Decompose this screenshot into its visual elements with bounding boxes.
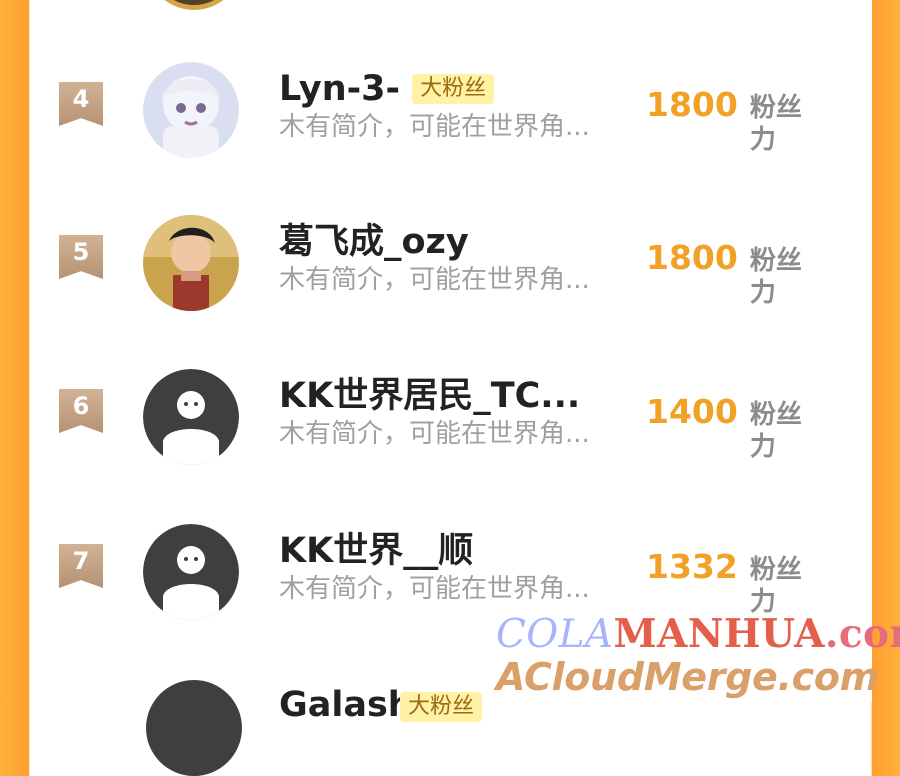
fan-power-unit: 粉丝力	[749, 246, 802, 308]
rank-badge: 5	[59, 235, 103, 279]
next-user-name[interactable]: Galash	[279, 686, 413, 724]
name-line: KK世界__顺	[279, 532, 473, 570]
user-bio: 木有简介，可能在世界角...	[279, 112, 590, 142]
fan-power: 1800 粉丝力	[646, 86, 826, 156]
next-user-badge: 大粉丝	[400, 692, 483, 722]
rank-badge: 6	[59, 389, 103, 433]
big-fan-badge: 大粉丝	[412, 74, 495, 104]
fan-power: 1800 粉丝力	[646, 239, 826, 309]
fan-power-value: 1332	[646, 547, 738, 586]
user-name[interactable]: KK世界居民_TC...	[279, 377, 580, 415]
user-bio: 木有简介，可能在世界角...	[279, 419, 590, 449]
anime-avatar-icon	[143, 62, 239, 158]
fan-power-value: 1800	[646, 85, 738, 124]
avatar[interactable]	[143, 62, 239, 158]
avatar[interactable]	[143, 369, 239, 465]
user-name[interactable]: Lyn-3-	[279, 70, 400, 108]
rank-badge: 7	[59, 544, 103, 588]
user-name[interactable]: KK世界__顺	[279, 532, 473, 570]
person-silhouette-icon	[143, 524, 239, 620]
fan-power-unit: 粉丝力	[749, 555, 802, 617]
list-item[interactable]: 7 KK世界__顺 木有简介，可能在世界角... 1332 粉丝力	[0, 524, 900, 678]
fan-power: 1400 粉丝力	[646, 393, 826, 463]
list-item[interactable]: 6 KK世界居民_TC... 木有简介，可能在世界角... 1400 粉丝力	[0, 369, 900, 523]
fan-power-unit: 粉丝力	[749, 93, 802, 155]
photo-avatar-icon	[143, 215, 239, 311]
avatar[interactable]	[143, 524, 239, 620]
fan-power-unit: 粉丝力	[749, 400, 802, 462]
user-bio: 木有简介，可能在世界角...	[279, 574, 590, 604]
avatar[interactable]	[143, 215, 239, 311]
list-item[interactable]: 5 葛飞成_ozy 木有简介，可能在世界角... 1800 粉丝力	[0, 215, 900, 369]
user-name[interactable]: 葛飞成_ozy	[279, 223, 469, 261]
fan-power-value: 1400	[646, 392, 738, 431]
user-bio: 木有简介，可能在世界角...	[279, 265, 590, 295]
rank-badge: 4	[59, 82, 103, 126]
fan-power-value: 1800	[646, 238, 738, 277]
name-line: Lyn-3- 大粉丝	[279, 70, 495, 108]
name-line: KK世界居民_TC...	[279, 377, 580, 415]
fan-power: 1332 粉丝力	[646, 548, 826, 618]
list-item[interactable]: 4 Lyn-3- 大粉丝 木有简介，可能在世界角... 1800 粉丝力	[0, 62, 900, 216]
person-silhouette-icon	[143, 369, 239, 465]
name-line: 葛飞成_ozy	[279, 223, 469, 261]
avatar-next-row[interactable]	[146, 680, 242, 776]
